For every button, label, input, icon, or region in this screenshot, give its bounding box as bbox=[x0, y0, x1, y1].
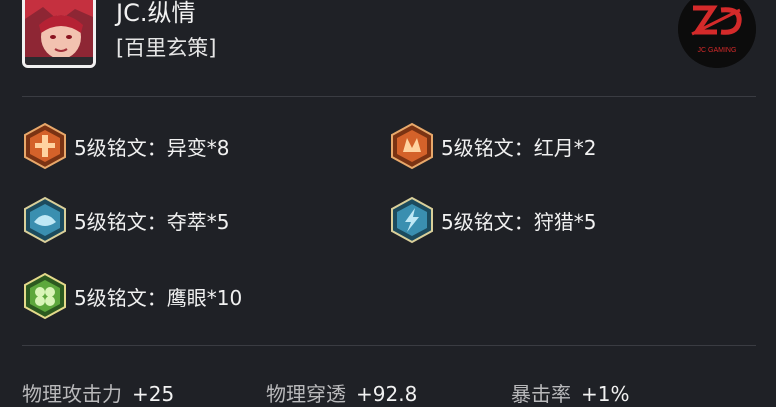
rune-item: 5级铭文：鹰眼*10 bbox=[22, 272, 242, 320]
rune-label: 5级铭文：鹰眼*10 bbox=[74, 285, 243, 310]
stat-value: +1% bbox=[581, 382, 630, 406]
rune-duocui-icon bbox=[24, 196, 66, 244]
stat-label: 物理攻击力 bbox=[22, 382, 122, 406]
rune-yibian-icon bbox=[24, 122, 66, 170]
rune-item: 5级铭文：夺萃*5 bbox=[22, 196, 229, 244]
hero-avatar[interactable] bbox=[22, 0, 96, 68]
stat-physical-attack: 物理攻击力 +25 bbox=[22, 378, 174, 407]
player-header: JC.纵情 [百里玄策] JC GAMING bbox=[0, 0, 776, 96]
rune-item: 5级铭文：异变*8 bbox=[22, 122, 229, 170]
team-logo-text: JC GAMING bbox=[698, 47, 737, 54]
rune-item: 5级铭文：红月*2 bbox=[389, 122, 596, 170]
stat-value: +92.8 bbox=[356, 382, 418, 406]
stat-label: 物理穿透 bbox=[266, 382, 346, 406]
rune-label: 5级铭文：夺萃*5 bbox=[74, 209, 230, 234]
rune-label: 5级铭文：狩猎*5 bbox=[441, 209, 597, 234]
rune-yingyan-icon bbox=[24, 272, 66, 320]
divider bbox=[22, 345, 756, 346]
stat-crit-rate: 暴击率 +1% bbox=[511, 378, 630, 407]
hero-name: [百里玄策] bbox=[116, 36, 217, 60]
stat-physical-penetration: 物理穿透 +92.8 bbox=[266, 378, 417, 407]
stat-value: +25 bbox=[132, 382, 175, 406]
stat-label: 暴击率 bbox=[511, 382, 571, 406]
rune-shoulie-icon bbox=[391, 196, 433, 244]
rune-label: 5级铭文：红月*2 bbox=[441, 135, 597, 160]
player-name: JC.纵情 bbox=[116, 0, 196, 27]
rune-label: 5级铭文：异变*8 bbox=[74, 135, 230, 160]
rune-item: 5级铭文：狩猎*5 bbox=[389, 196, 596, 244]
rune-hongyue-icon bbox=[391, 122, 433, 170]
team-logo: JC GAMING bbox=[678, 0, 756, 68]
divider bbox=[22, 96, 756, 97]
